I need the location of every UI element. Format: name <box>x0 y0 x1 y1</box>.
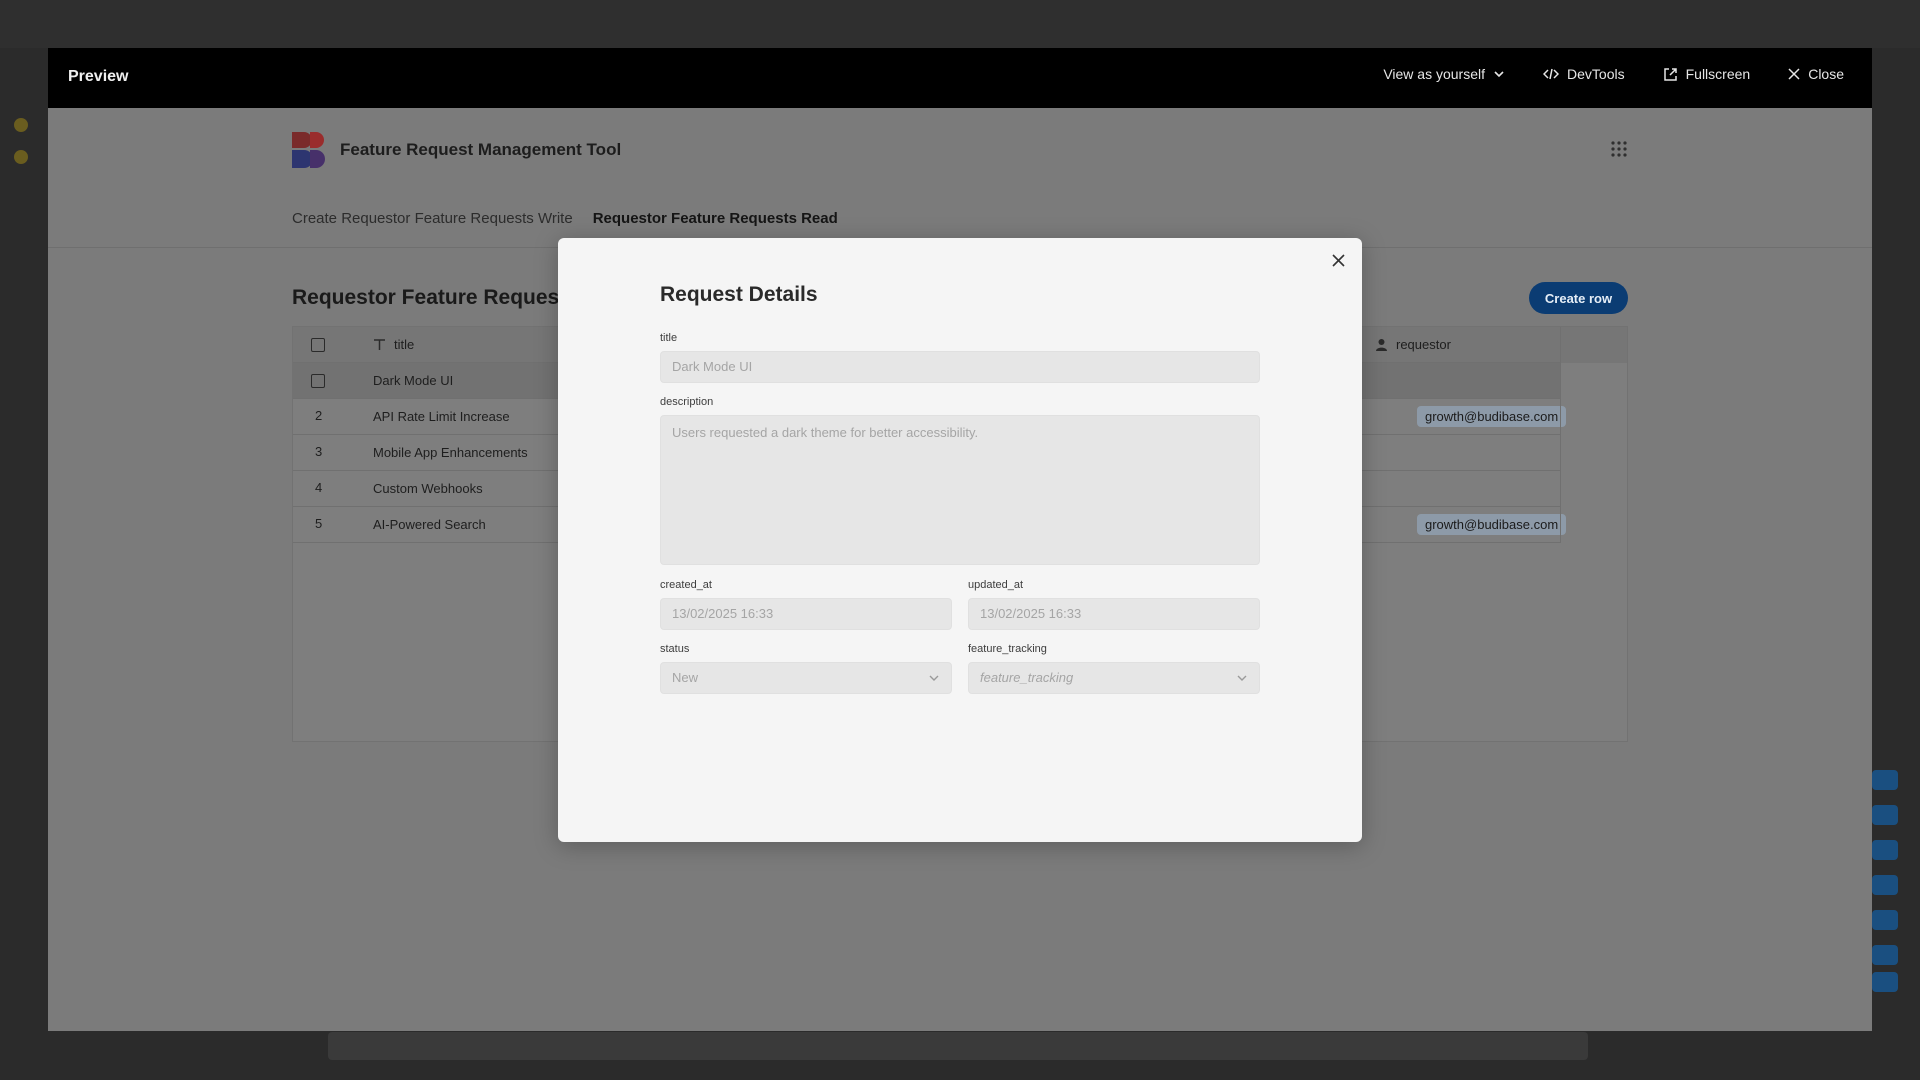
user-icon <box>1376 339 1387 351</box>
created-at-label: created_at <box>660 579 712 591</box>
app-header: Feature Request Management Tool Create R… <box>48 108 1872 248</box>
column-header-title[interactable]: title <box>373 337 414 352</box>
chevron-down-icon <box>928 672 940 684</box>
builder-right-indicator <box>1872 805 1898 825</box>
close-icon <box>1788 68 1800 80</box>
row-title: Dark Mode UI <box>373 373 454 388</box>
feature-tracking-label: feature_tracking <box>968 643 1047 655</box>
row-number: 4 <box>315 480 323 495</box>
preview-header: Preview View as yourself DevTools Fullsc… <box>48 48 1872 108</box>
nav-create-requests-write[interactable]: Create Requestor Feature Requests Write <box>292 210 573 227</box>
status-value: New <box>672 670 699 685</box>
fullscreen-button[interactable]: Fullscreen <box>1663 66 1751 82</box>
status-select[interactable]: New <box>660 662 952 694</box>
updated-at-field[interactable]: 13/02/2025 16:33 <box>968 598 1260 630</box>
app-nav: Create Requestor Feature Requests Write … <box>292 210 838 227</box>
preview-title: Preview <box>68 68 129 85</box>
builder-right-indicator <box>1872 840 1898 860</box>
modal-close-button[interactable] <box>1328 250 1348 270</box>
close-icon <box>1331 253 1345 267</box>
devtools-button[interactable]: DevTools <box>1543 66 1625 82</box>
description-field[interactable]: Users requested a dark theme for better … <box>660 415 1260 565</box>
builder-right-indicator <box>1872 972 1898 992</box>
updated-at-label: updated_at <box>968 579 1024 591</box>
row-checkbox[interactable] <box>311 374 325 388</box>
view-as-dropdown[interactable]: View as yourself <box>1383 66 1505 82</box>
requestor-badge: growth@budibase.com <box>1417 514 1567 535</box>
builder-right-indicator <box>1872 770 1898 790</box>
modal-title: Request Details <box>660 283 818 306</box>
status-label: status <box>660 643 690 655</box>
created-at-field[interactable]: 13/02/2025 16:33 <box>660 598 952 630</box>
column-divider <box>1560 327 1561 543</box>
builder-right-indicator <box>1872 875 1898 895</box>
builder-topbar <box>0 0 1920 48</box>
close-preview-button[interactable]: Close <box>1788 66 1844 82</box>
devtools-label: DevTools <box>1567 66 1625 82</box>
column-requestor-label: requestor <box>1396 337 1451 352</box>
title-field[interactable]: Dark Mode UI <box>660 351 1260 383</box>
row-number: 5 <box>315 516 323 531</box>
text-type-icon <box>374 339 385 350</box>
column-title-label: title <box>394 337 415 352</box>
column-header-requestor[interactable]: requestor <box>1375 337 1451 352</box>
chevron-down-icon <box>1236 672 1248 684</box>
builder-side-icon <box>14 150 28 164</box>
builder-bottom-bar <box>328 1032 1588 1060</box>
title-field-label: title <box>660 332 678 344</box>
row-title: Mobile App Enhancements <box>373 445 528 460</box>
chevron-down-icon <box>1493 68 1505 80</box>
code-icon <box>1543 67 1560 81</box>
builder-side-icon <box>14 118 28 132</box>
table-header-spacer <box>1561 327 1627 363</box>
requestor-badge: growth@budibase.com <box>1417 406 1567 427</box>
apps-grid-icon[interactable] <box>1610 140 1628 158</box>
builder-right-indicator <box>1872 945 1898 965</box>
row-number: 2 <box>315 408 323 423</box>
preview-actions: View as yourself DevTools Fullscreen Clo… <box>1383 66 1844 82</box>
external-link-icon <box>1663 67 1678 82</box>
budibase-logo <box>292 132 328 168</box>
table-title: Requestor Feature Requests <box>292 286 578 309</box>
request-details-modal: Request Details title Dark Mode UI descr… <box>558 238 1362 842</box>
view-as-label: View as yourself <box>1383 66 1486 82</box>
select-all-checkbox[interactable] <box>311 338 325 352</box>
fullscreen-label: Fullscreen <box>1685 66 1751 82</box>
description-field-label: description <box>660 396 714 408</box>
feature-tracking-placeholder: feature_tracking <box>980 670 1074 685</box>
row-title: AI-Powered Search <box>373 517 486 532</box>
row-title: Custom Webhooks <box>373 481 483 496</box>
create-row-button[interactable]: Create row <box>1529 282 1628 314</box>
close-label: Close <box>1808 66 1844 82</box>
feature-tracking-select[interactable]: feature_tracking <box>968 662 1260 694</box>
app-name: Feature Request Management Tool <box>340 140 622 159</box>
nav-requests-read[interactable]: Requestor Feature Requests Read <box>593 210 838 227</box>
builder-right-indicator <box>1872 910 1898 930</box>
row-number: 3 <box>315 444 323 459</box>
row-title: API Rate Limit Increase <box>373 409 510 424</box>
